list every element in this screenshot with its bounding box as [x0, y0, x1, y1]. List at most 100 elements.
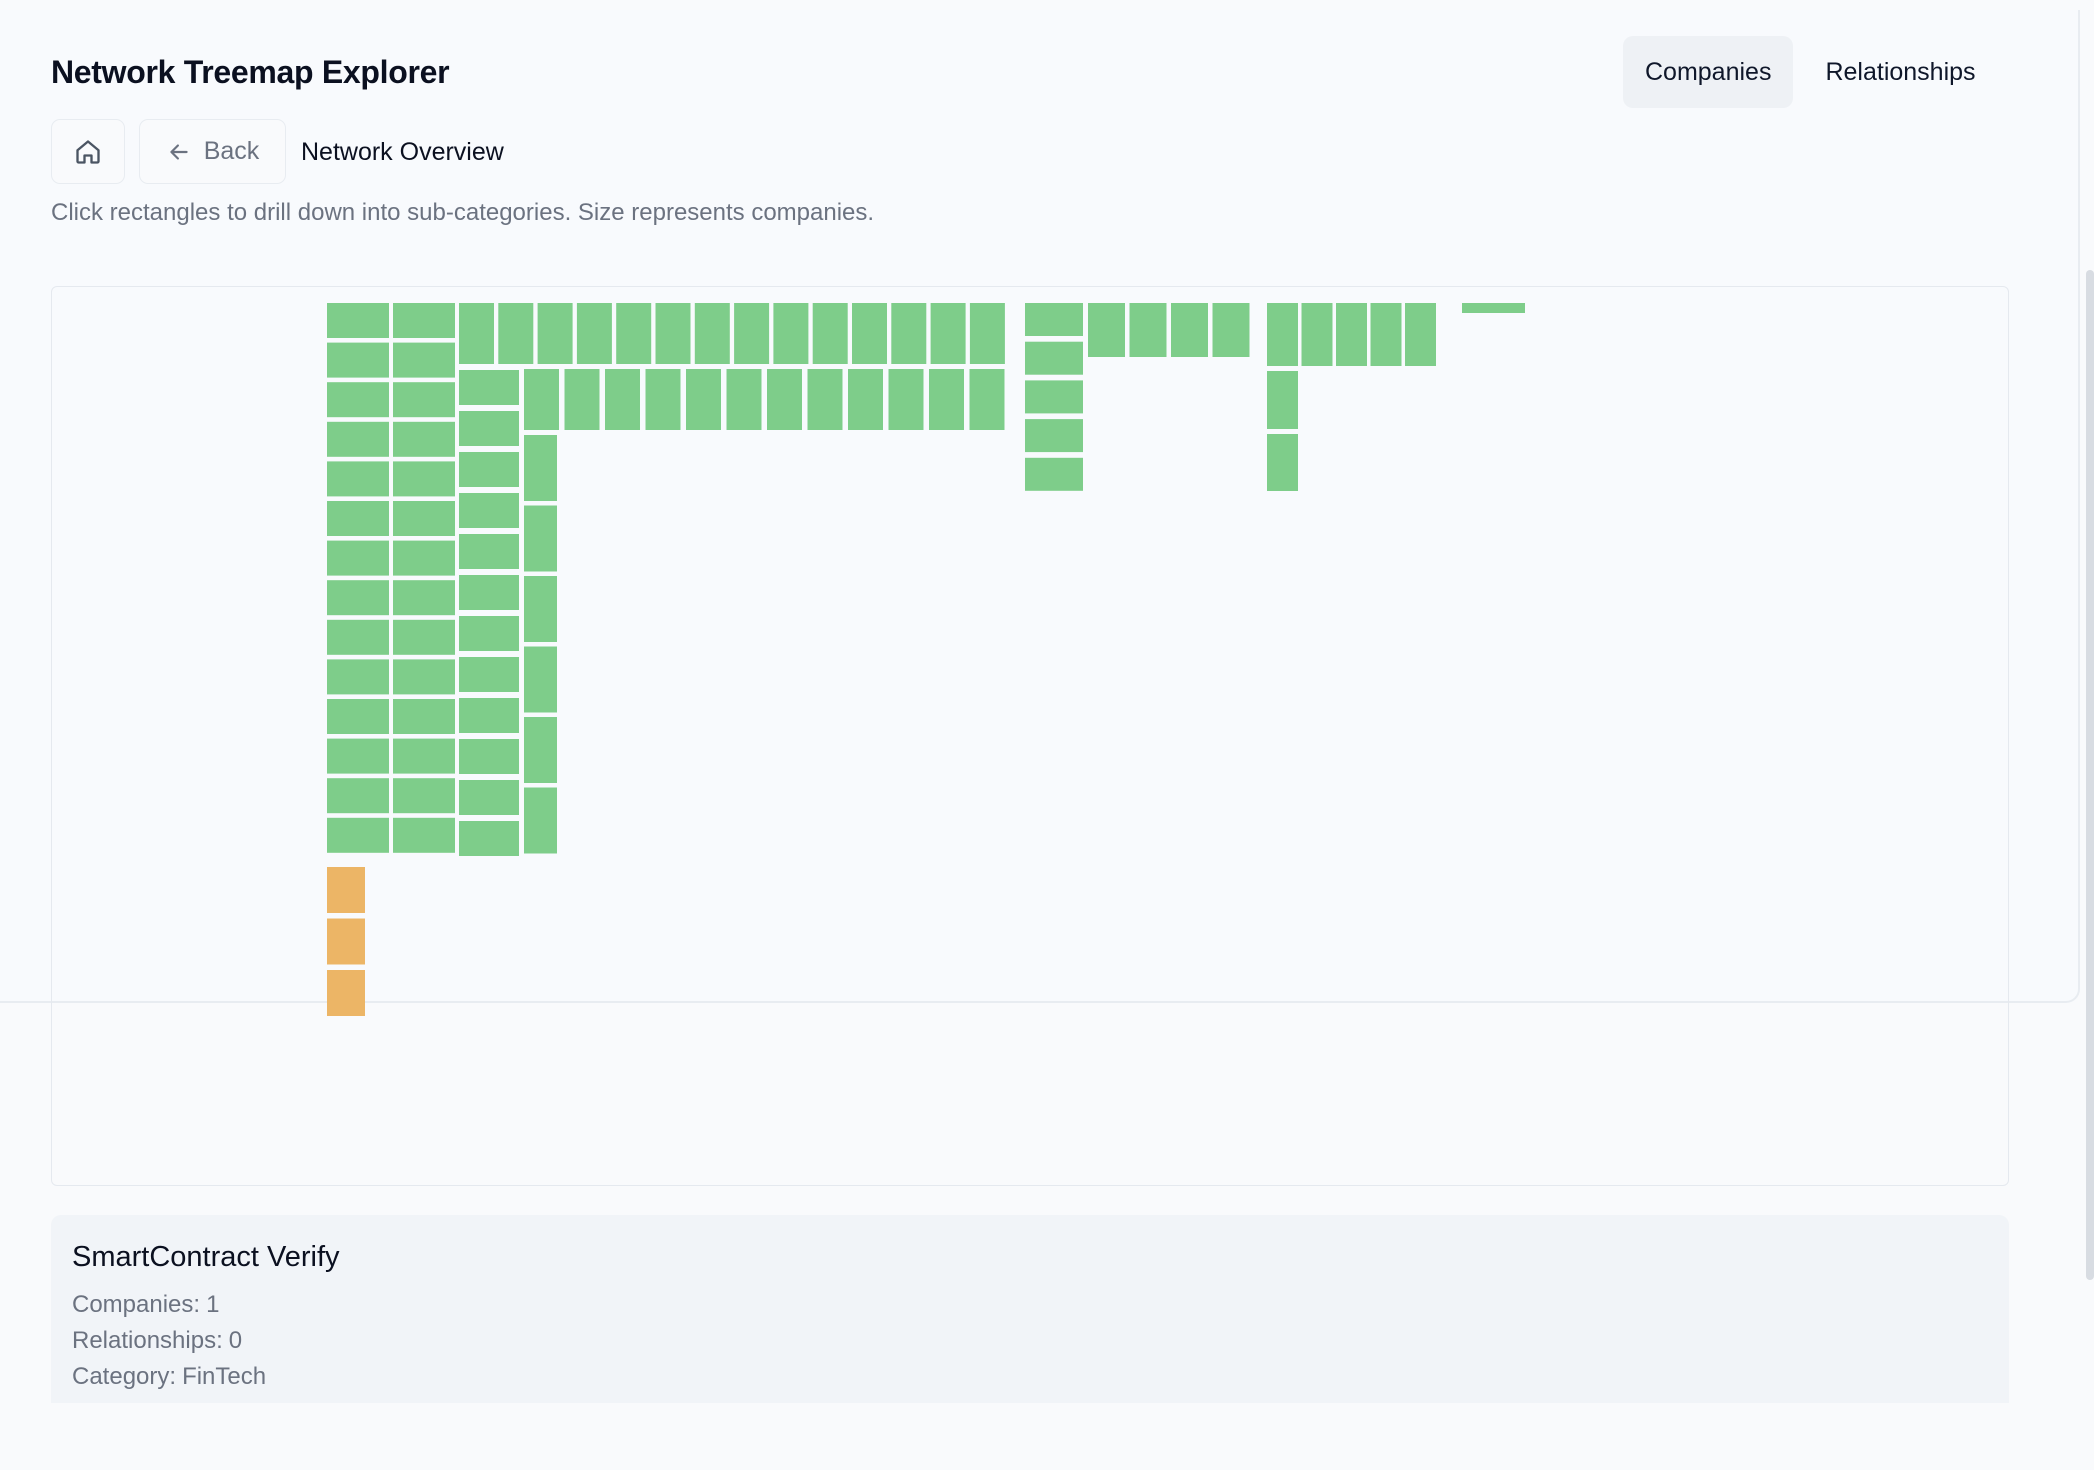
treemap-cell[interactable] — [773, 303, 809, 364]
treemap-cell[interactable] — [524, 717, 557, 783]
treemap-cell[interactable] — [393, 817, 455, 853]
treemap-cell[interactable] — [1129, 303, 1167, 357]
treemap-cell[interactable] — [327, 303, 389, 338]
treemap-cell[interactable] — [605, 369, 640, 430]
treemap-cell[interactable] — [327, 867, 365, 913]
treemap-cell[interactable] — [327, 778, 389, 814]
treemap-cell[interactable] — [1336, 303, 1367, 366]
scrollbar[interactable] — [2086, 270, 2094, 1280]
treemap-cell[interactable] — [1025, 380, 1083, 414]
treemap-cell[interactable] — [564, 369, 600, 430]
treemap-cell[interactable] — [1462, 303, 1525, 313]
treemap-cell[interactable] — [327, 738, 389, 774]
treemap-cell[interactable] — [524, 646, 557, 713]
treemap-cell[interactable] — [1025, 457, 1083, 491]
treemap-cell[interactable] — [393, 659, 455, 695]
treemap-cell[interactable] — [459, 821, 519, 856]
treemap-cell[interactable] — [812, 303, 848, 364]
treemap-cell[interactable] — [459, 493, 519, 528]
treemap-cell[interactable] — [459, 575, 519, 610]
treemap-cell[interactable] — [327, 540, 389, 576]
treemap-cell[interactable] — [459, 616, 519, 651]
treemap-cell[interactable] — [616, 303, 652, 364]
treemap-cell[interactable] — [393, 699, 455, 734]
treemap-cell[interactable] — [1088, 303, 1125, 357]
tab-relationships[interactable]: Relationships — [1803, 36, 1997, 108]
treemap-cell[interactable] — [734, 303, 770, 364]
treemap-cell[interactable] — [393, 421, 455, 457]
treemap-cell[interactable] — [327, 817, 389, 853]
treemap-cell[interactable] — [393, 778, 455, 814]
treemap-cell[interactable] — [1370, 303, 1402, 366]
treemap-cell[interactable] — [327, 501, 389, 536]
treemap-cell[interactable] — [1025, 419, 1083, 453]
treemap-cell[interactable] — [393, 382, 455, 418]
treemap-cell[interactable] — [686, 369, 721, 430]
treemap-cell[interactable] — [393, 619, 455, 655]
treemap-cell[interactable] — [576, 303, 612, 364]
treemap-cell[interactable] — [694, 303, 730, 364]
treemap-cell[interactable] — [930, 303, 966, 364]
details-companies: Companies: 1 — [72, 1291, 220, 1318]
treemap-cell[interactable] — [524, 369, 559, 430]
treemap-cell[interactable] — [1267, 434, 1298, 491]
treemap-cell[interactable] — [1212, 303, 1250, 357]
home-button[interactable] — [51, 119, 125, 184]
treemap-cell[interactable] — [807, 369, 843, 430]
treemap-cell[interactable] — [459, 739, 519, 774]
treemap-cell[interactable] — [1025, 341, 1083, 375]
treemap-cell[interactable] — [929, 369, 964, 430]
treemap-cell[interactable] — [1405, 303, 1436, 366]
treemap-cell[interactable] — [537, 303, 573, 364]
treemap-cell[interactable] — [1267, 303, 1298, 366]
treemap-cell[interactable] — [393, 461, 455, 497]
treemap-cell[interactable] — [848, 369, 883, 430]
treemap-cell[interactable] — [459, 303, 494, 364]
treemap-cell[interactable] — [393, 540, 455, 576]
details-panel: SmartContract Verify Companies: 1 Relatio… — [51, 1215, 2009, 1403]
tab-companies[interactable]: Companies — [1623, 36, 1794, 108]
treemap-cell[interactable] — [393, 501, 455, 536]
back-button[interactable]: Back — [139, 119, 286, 184]
treemap-cell[interactable] — [524, 505, 557, 572]
treemap-cell[interactable] — [459, 411, 519, 446]
treemap-cell[interactable] — [327, 970, 365, 1016]
treemap-cell[interactable] — [852, 303, 887, 364]
treemap-cell[interactable] — [524, 435, 557, 501]
treemap-cell[interactable] — [459, 452, 519, 487]
treemap-cell[interactable] — [327, 421, 389, 457]
treemap-cell[interactable] — [393, 342, 455, 378]
treemap-cell[interactable] — [459, 780, 519, 815]
treemap-cell[interactable] — [393, 303, 455, 338]
treemap-cell[interactable] — [327, 461, 389, 497]
treemap-cell[interactable] — [459, 534, 519, 569]
treemap-cell[interactable] — [327, 659, 389, 695]
treemap-cell[interactable] — [327, 342, 389, 378]
treemap-cell[interactable] — [767, 369, 802, 430]
treemap-cell[interactable] — [459, 657, 519, 692]
treemap-cell[interactable] — [891, 303, 927, 364]
treemap-cell[interactable] — [1301, 303, 1333, 366]
treemap-cell[interactable] — [327, 699, 389, 734]
treemap-cell[interactable] — [726, 369, 762, 430]
treemap-cell[interactable] — [655, 303, 691, 364]
treemap-cell[interactable] — [969, 303, 1005, 364]
treemap-cell[interactable] — [459, 370, 519, 405]
treemap-cell[interactable] — [327, 382, 389, 418]
treemap-cell[interactable] — [327, 918, 365, 965]
treemap-cell[interactable] — [327, 619, 389, 655]
arrow-left-icon — [170, 143, 188, 160]
treemap-cell[interactable] — [524, 787, 557, 854]
treemap-cell[interactable] — [1025, 303, 1083, 336]
treemap-cell[interactable] — [459, 698, 519, 733]
treemap-cell[interactable] — [524, 576, 557, 642]
treemap-cell[interactable] — [645, 369, 681, 430]
treemap-cell[interactable] — [969, 369, 1005, 430]
treemap-cell[interactable] — [327, 580, 389, 616]
treemap-cell[interactable] — [1171, 303, 1208, 357]
treemap-cell[interactable] — [498, 303, 534, 364]
treemap-cell[interactable] — [393, 580, 455, 616]
treemap-cell[interactable] — [393, 738, 455, 774]
treemap-cell[interactable] — [1267, 371, 1298, 429]
treemap-cell[interactable] — [888, 369, 924, 430]
